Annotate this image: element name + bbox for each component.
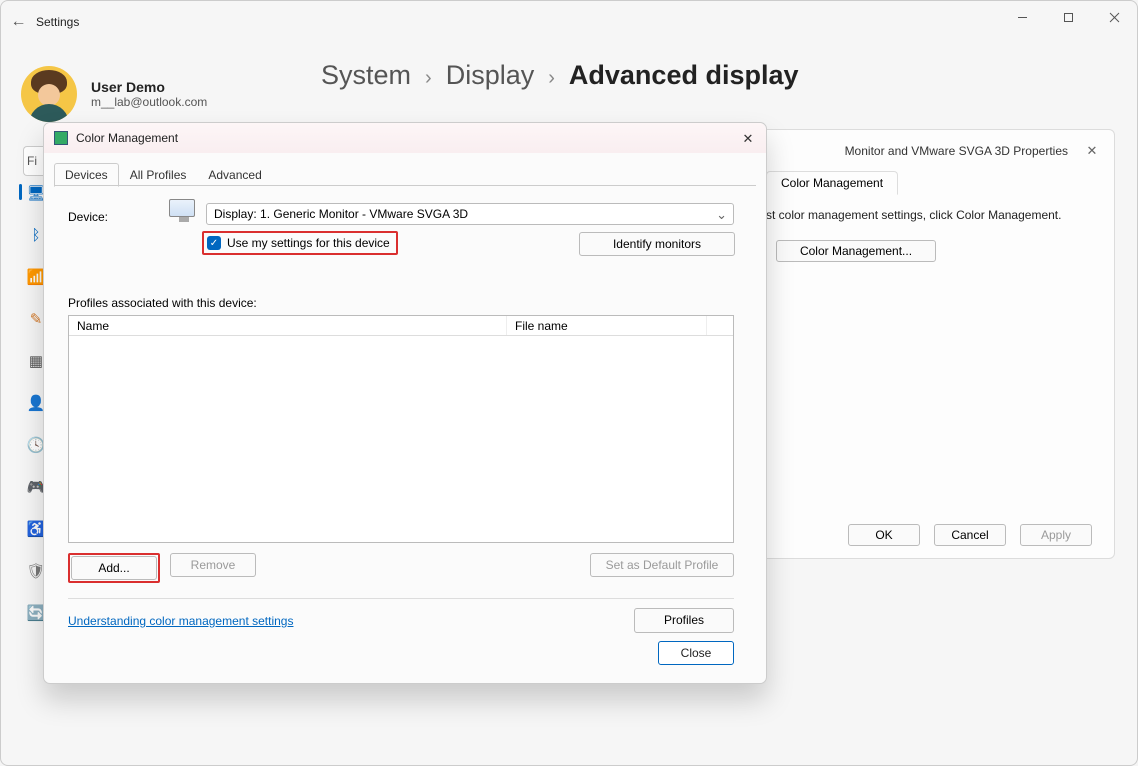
color-management-launch-button[interactable]: Color Management... xyxy=(776,240,936,262)
breadcrumb: System › Display › Advanced display xyxy=(321,60,799,91)
crumb-advanced-display: Advanced display xyxy=(569,60,799,91)
identify-monitors-button[interactable]: Identify monitors xyxy=(579,232,735,256)
color-management-dialog: Color Management ✕ Devices All Profiles … xyxy=(43,122,767,684)
props-title: Monitor and VMware SVGA 3D Properties xyxy=(845,144,1068,158)
back-button[interactable]: ← xyxy=(1,13,36,31)
device-select[interactable]: Display: 1. Generic Monitor - VMware SVG… xyxy=(206,203,734,225)
add-button[interactable]: Add... xyxy=(71,556,157,580)
avatar xyxy=(21,66,77,122)
set-default-profile-button: Set as Default Profile xyxy=(590,553,734,577)
user-name: User Demo xyxy=(91,79,207,95)
window-close-button[interactable] xyxy=(1091,1,1137,33)
tab-divider xyxy=(54,185,756,186)
tab-color-management[interactable]: Color Management xyxy=(766,171,898,195)
close-icon[interactable]: ✕ xyxy=(1082,141,1102,161)
color-management-icon xyxy=(54,131,68,145)
dialog-title: Color Management xyxy=(76,131,178,145)
close-icon[interactable]: ✕ xyxy=(738,129,758,149)
checkbox-checked-icon: ✓ xyxy=(207,236,221,250)
tab-devices[interactable]: Devices xyxy=(54,163,119,187)
chevron-right-icon: › xyxy=(425,67,432,90)
props-help-text: st color management settings, click Colo… xyxy=(766,208,1061,222)
ok-button[interactable]: OK xyxy=(848,524,920,546)
use-my-settings-checkbox[interactable]: ✓ Use my settings for this device xyxy=(202,231,398,255)
help-link[interactable]: Understanding color management settings xyxy=(68,614,293,628)
window-title: Settings xyxy=(36,15,79,29)
crumb-system[interactable]: System xyxy=(321,60,411,91)
monitor-icon xyxy=(169,199,199,223)
profiles-table[interactable]: Name File name xyxy=(68,315,734,543)
maximize-button[interactable] xyxy=(1045,1,1091,33)
chevron-right-icon: › xyxy=(548,67,555,90)
profiles-button[interactable]: Profiles xyxy=(634,608,734,633)
tab-advanced[interactable]: Advanced xyxy=(197,163,272,187)
user-email: m__lab@outlook.com xyxy=(91,95,207,109)
device-label: Device: xyxy=(68,210,108,224)
minimize-button[interactable] xyxy=(999,1,1045,33)
close-button[interactable]: Close xyxy=(658,641,734,665)
apply-button: Apply xyxy=(1020,524,1092,546)
cancel-button[interactable]: Cancel xyxy=(934,524,1006,546)
profiles-label: Profiles associated with this device: xyxy=(68,296,257,310)
col-name[interactable]: Name xyxy=(69,316,507,335)
divider xyxy=(68,598,734,599)
search-input[interactable]: Fi xyxy=(23,146,45,176)
sidebar-selection-indicator xyxy=(19,184,22,200)
tab-all-profiles[interactable]: All Profiles xyxy=(119,163,198,187)
col-file[interactable]: File name xyxy=(507,316,707,335)
remove-button: Remove xyxy=(170,553,256,577)
crumb-display[interactable]: Display xyxy=(446,60,535,91)
use-my-settings-label: Use my settings for this device xyxy=(227,236,390,250)
